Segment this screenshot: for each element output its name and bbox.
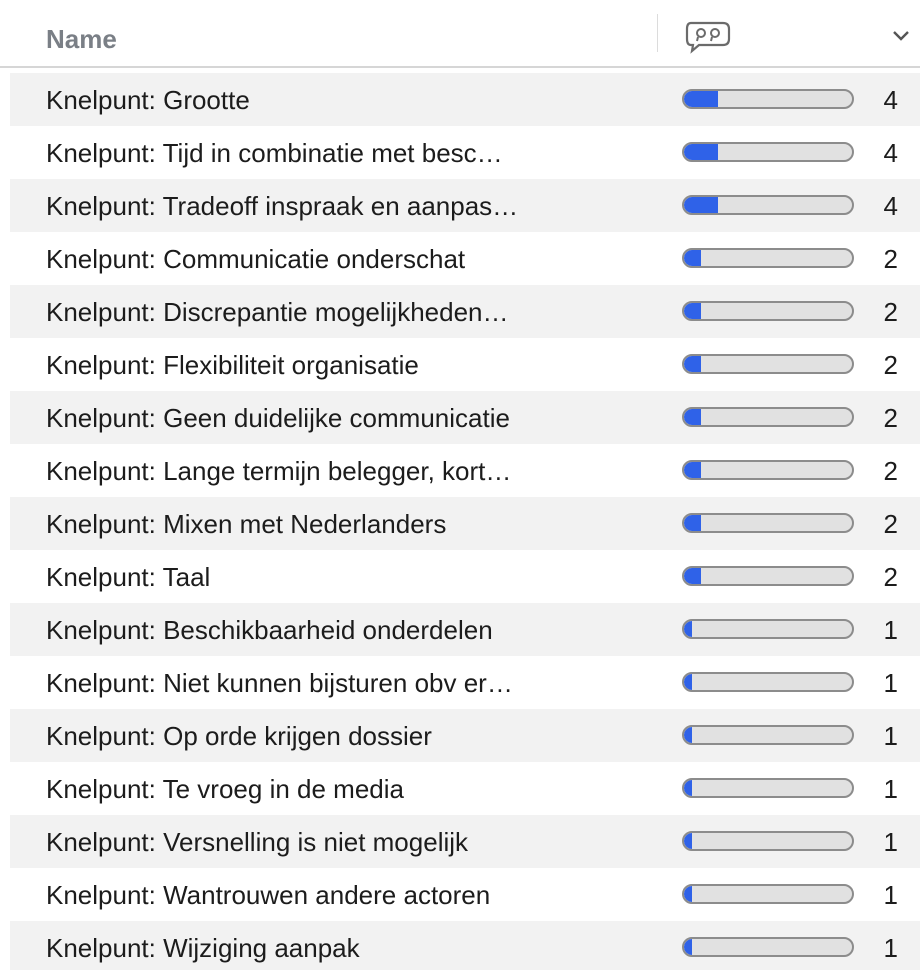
frequency-bar bbox=[682, 884, 854, 904]
row-label: Knelpunt: Flexibiliteit organisatie bbox=[46, 350, 419, 380]
frequency-bar bbox=[682, 513, 854, 533]
row-count: 4 bbox=[883, 85, 898, 115]
table-row[interactable]: Knelpunt: Op orde krijgen dossier 1 bbox=[10, 709, 920, 762]
row-count: 2 bbox=[883, 350, 898, 380]
frequency-bar-fill bbox=[684, 91, 718, 107]
frequency-bar bbox=[682, 460, 854, 480]
table-row[interactable]: Knelpunt: Lange termijn belegger, kort… 2 bbox=[10, 444, 920, 497]
table-row[interactable]: Knelpunt: Grootte 4 bbox=[10, 73, 920, 126]
row-label: Knelpunt: Wijziging aanpak bbox=[46, 933, 360, 963]
table-row[interactable]: Knelpunt: Communicatie onderschat 2 bbox=[10, 232, 920, 285]
frequency-bar bbox=[682, 672, 854, 692]
frequency-bar-fill bbox=[684, 462, 701, 478]
row-label: Knelpunt: Op orde krijgen dossier bbox=[46, 721, 432, 751]
frequency-bar-fill bbox=[684, 727, 693, 743]
table-header: Name bbox=[0, 0, 920, 68]
frequency-bar bbox=[682, 142, 854, 162]
row-label: Knelpunt: Te vroeg in de media bbox=[46, 774, 404, 804]
frequency-bar-fill bbox=[684, 356, 701, 372]
row-count: 1 bbox=[883, 880, 898, 910]
row-label: Knelpunt: Communicatie onderschat bbox=[46, 244, 466, 274]
row-label: Knelpunt: Mixen met Nederlanders bbox=[46, 509, 447, 539]
frequency-bar-fill bbox=[684, 568, 701, 584]
row-count: 2 bbox=[883, 244, 898, 274]
frequency-bar-fill bbox=[684, 144, 718, 160]
table-row[interactable]: Knelpunt: Discrepantie mogelijkheden… 2 bbox=[10, 285, 920, 338]
table-row[interactable]: Knelpunt: Flexibiliteit organisatie 2 bbox=[10, 338, 920, 391]
frequency-bar bbox=[682, 778, 854, 798]
frequency-bar-fill bbox=[684, 515, 701, 531]
table-row[interactable]: Knelpunt: Beschikbaarheid onderdelen 1 bbox=[10, 603, 920, 656]
frequency-bar bbox=[682, 831, 854, 851]
row-label: Knelpunt: Geen duidelijke communicatie bbox=[46, 403, 510, 433]
row-label: Knelpunt: Tradeoff inspraak en aanpas… bbox=[46, 191, 519, 221]
row-count: 2 bbox=[883, 403, 898, 433]
table-row[interactable]: Knelpunt: Tradeoff inspraak en aanpas… 4 bbox=[10, 179, 920, 232]
row-count: 1 bbox=[883, 615, 898, 645]
row-count: 1 bbox=[883, 721, 898, 751]
row-count: 2 bbox=[883, 562, 898, 592]
frequency-bar-fill bbox=[684, 621, 693, 637]
row-count: 1 bbox=[883, 827, 898, 857]
frequency-bar bbox=[682, 619, 854, 639]
frequency-bar bbox=[682, 195, 854, 215]
row-label: Knelpunt: Versnelling is niet mogelijk bbox=[46, 827, 469, 857]
table-row[interactable]: Knelpunt: Niet kunnen bijsturen obv er… 1 bbox=[10, 656, 920, 709]
table-row[interactable]: Knelpunt: Wantrouwen andere actoren 1 bbox=[10, 868, 920, 921]
frequency-bar bbox=[682, 354, 854, 374]
frequency-bar-fill bbox=[684, 303, 701, 319]
row-label: Knelpunt: Niet kunnen bijsturen obv er… bbox=[46, 668, 513, 698]
row-count: 2 bbox=[883, 509, 898, 539]
row-count: 4 bbox=[883, 138, 898, 168]
row-label: Knelpunt: Wantrouwen andere actoren bbox=[46, 880, 491, 910]
table-row[interactable]: Knelpunt: Geen duidelijke communicatie 2 bbox=[10, 391, 920, 444]
row-count: 1 bbox=[883, 774, 898, 804]
frequency-bar bbox=[682, 89, 854, 109]
row-label: Knelpunt: Grootte bbox=[46, 85, 250, 115]
frequency-bar-fill bbox=[684, 409, 701, 425]
table-row[interactable]: Knelpunt: Mixen met Nederlanders 2 bbox=[10, 497, 920, 550]
frequency-bar bbox=[682, 301, 854, 321]
table-row[interactable]: Knelpunt: Tijd in combinatie met besc… 4 bbox=[10, 126, 920, 179]
frequency-bar bbox=[682, 725, 854, 745]
frequency-bar-fill bbox=[684, 886, 693, 902]
codes-table: Name Knelpunt: Grootte 4 Knelpunt: Tijd in… bbox=[0, 0, 920, 970]
row-label: Knelpunt: Taal bbox=[46, 562, 211, 592]
frequency-bar-fill bbox=[684, 939, 693, 955]
table-row[interactable]: Knelpunt: Taal 2 bbox=[10, 550, 920, 603]
frequency-bar bbox=[682, 566, 854, 586]
row-count: 1 bbox=[883, 668, 898, 698]
chevron-down-icon[interactable] bbox=[890, 28, 912, 44]
table-row[interactable]: Knelpunt: Te vroeg in de media 1 bbox=[10, 762, 920, 815]
frequency-bar bbox=[682, 937, 854, 957]
row-count: 2 bbox=[883, 456, 898, 486]
row-label: Knelpunt: Lange termijn belegger, kort… bbox=[46, 456, 512, 486]
table-rows: Knelpunt: Grootte 4 Knelpunt: Tijd in comb… bbox=[10, 73, 920, 970]
row-label: Knelpunt: Beschikbaarheid onderdelen bbox=[46, 615, 493, 645]
table-row[interactable]: Knelpunt: Versnelling is niet mogelijk 1 bbox=[10, 815, 920, 868]
frequency-bar-fill bbox=[684, 197, 718, 213]
row-count: 1 bbox=[883, 933, 898, 963]
row-label: Knelpunt: Tijd in combinatie met besc… bbox=[46, 138, 503, 168]
frequency-bar-fill bbox=[684, 674, 693, 690]
row-label: Knelpunt: Discrepantie mogelijkheden… bbox=[46, 297, 509, 327]
row-count: 2 bbox=[883, 297, 898, 327]
frequency-bar-fill bbox=[684, 250, 701, 266]
frequency-bar bbox=[682, 248, 854, 268]
column-divider[interactable] bbox=[657, 14, 658, 52]
frequency-bar-fill bbox=[684, 833, 693, 849]
row-count: 4 bbox=[883, 191, 898, 221]
speech-bubble-quotes-icon[interactable] bbox=[685, 20, 733, 54]
frequency-bar bbox=[682, 407, 854, 427]
table-row[interactable]: Knelpunt: Wijziging aanpak 1 bbox=[10, 921, 920, 970]
frequency-bar-fill bbox=[684, 780, 693, 796]
name-column-header[interactable]: Name bbox=[46, 24, 117, 55]
